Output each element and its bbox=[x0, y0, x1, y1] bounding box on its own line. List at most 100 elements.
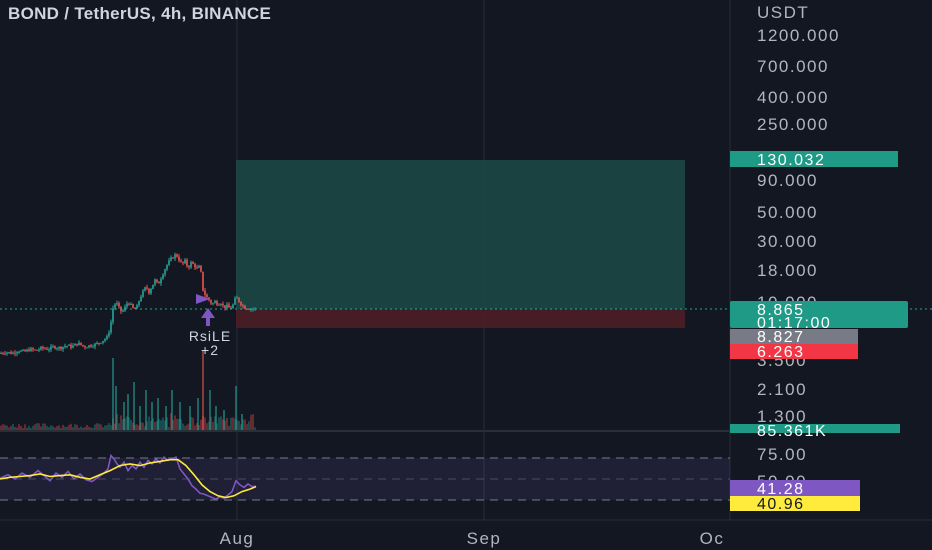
volume-bar bbox=[44, 423, 46, 430]
volume-bar bbox=[70, 423, 72, 430]
candle-body bbox=[90, 345, 92, 347]
candle-body bbox=[44, 348, 46, 350]
volume-bar bbox=[118, 423, 120, 430]
candle-body bbox=[122, 310, 124, 312]
volume-bar bbox=[145, 390, 147, 430]
volume-bar bbox=[197, 398, 199, 430]
price-chart[interactable]: RsiLE +2 USDT 1200.000 700.000 400.000 2… bbox=[0, 0, 932, 550]
candle-body bbox=[96, 342, 98, 344]
candle-body bbox=[22, 350, 24, 352]
volume-bar bbox=[182, 423, 184, 430]
volume-bar bbox=[14, 426, 16, 430]
candle-body bbox=[50, 346, 52, 350]
volume-text: 85.361K bbox=[757, 423, 827, 440]
candle-body bbox=[108, 332, 110, 336]
price-tick: 250.000 bbox=[757, 115, 829, 134]
volume-bar bbox=[108, 423, 110, 430]
candle-body bbox=[6, 352, 8, 354]
candle-body bbox=[64, 346, 66, 348]
volume-bar bbox=[235, 386, 237, 430]
volume-bar bbox=[4, 424, 6, 430]
candle-body bbox=[226, 304, 228, 309]
volume-bar bbox=[160, 420, 162, 430]
candle-body bbox=[164, 269, 166, 275]
candle-body bbox=[224, 305, 226, 309]
candle-body bbox=[42, 346, 44, 349]
volume-bar bbox=[66, 426, 68, 430]
target-price-text: 130.032 bbox=[757, 152, 825, 169]
volume-bar bbox=[24, 424, 26, 430]
candle-body bbox=[180, 260, 182, 262]
candle-body bbox=[104, 339, 106, 341]
stop-price-text: 6.263 bbox=[757, 344, 805, 361]
price-tick: 2.100 bbox=[757, 380, 807, 399]
last-price-badge: 8.865 01:17:00 bbox=[730, 301, 908, 332]
volume-bar bbox=[136, 424, 138, 430]
candle-body bbox=[128, 303, 130, 305]
stop-zone[interactable] bbox=[236, 309, 685, 328]
candle-body bbox=[2, 353, 4, 355]
volume-bar bbox=[248, 421, 250, 430]
volume-bar bbox=[246, 424, 248, 430]
candle-body bbox=[52, 346, 54, 348]
volume-bar bbox=[74, 424, 76, 430]
candle-body bbox=[228, 304, 230, 308]
candle-body bbox=[98, 342, 100, 344]
candle-body bbox=[154, 279, 156, 285]
volume-bar bbox=[28, 425, 30, 430]
price-tick: 700.000 bbox=[757, 57, 829, 76]
price-tick: 90.000 bbox=[757, 171, 818, 190]
candle-body bbox=[178, 256, 180, 261]
signal-value: +2 bbox=[201, 342, 219, 358]
volume-bar bbox=[12, 424, 14, 430]
volume-bar bbox=[32, 425, 34, 430]
volume-bar bbox=[218, 417, 220, 430]
volume-bar bbox=[30, 427, 32, 430]
candle-body bbox=[210, 300, 212, 304]
volume-bar bbox=[0, 425, 2, 430]
volume-bar bbox=[220, 416, 222, 430]
candle-body bbox=[212, 303, 214, 305]
volume-bar bbox=[56, 426, 58, 430]
target-zone[interactable] bbox=[236, 160, 685, 309]
candle-body bbox=[70, 344, 72, 348]
time-label: Aug bbox=[220, 529, 255, 548]
candle-body bbox=[28, 349, 30, 352]
price-tick: 50.000 bbox=[757, 203, 818, 222]
candle-body bbox=[14, 352, 16, 354]
candle-body bbox=[36, 349, 38, 351]
volume-bar bbox=[92, 427, 94, 430]
candle-body bbox=[150, 288, 152, 294]
volume-bar bbox=[104, 425, 106, 430]
volume-bar bbox=[204, 417, 206, 430]
candle-body bbox=[244, 305, 246, 309]
candle-body bbox=[190, 262, 192, 268]
candle-body bbox=[126, 303, 128, 307]
volume-bar bbox=[200, 419, 202, 430]
candle-body bbox=[0, 353, 2, 355]
volume-bar bbox=[133, 382, 135, 430]
candle-body bbox=[144, 287, 146, 291]
volume-bar bbox=[94, 424, 96, 430]
candle-body bbox=[214, 301, 216, 304]
volume-bar bbox=[100, 424, 102, 430]
candle-body bbox=[232, 304, 234, 309]
candle-body bbox=[184, 259, 186, 264]
candle-body bbox=[176, 254, 178, 257]
volume-bar bbox=[250, 415, 252, 430]
volume-bar bbox=[230, 417, 232, 430]
candle-body bbox=[8, 352, 10, 354]
candle-body bbox=[54, 346, 56, 349]
volume-bar bbox=[58, 425, 60, 430]
candle-body bbox=[182, 261, 184, 264]
candle-body bbox=[252, 308, 254, 310]
candle-body bbox=[168, 260, 170, 265]
candle-body bbox=[118, 303, 120, 307]
candle-body bbox=[132, 303, 134, 308]
candle-body bbox=[148, 288, 150, 294]
candle-body bbox=[174, 254, 176, 259]
volume-bar bbox=[228, 425, 230, 430]
candle-body bbox=[38, 349, 40, 351]
volume-bar bbox=[127, 394, 129, 430]
candle-body bbox=[48, 349, 50, 351]
